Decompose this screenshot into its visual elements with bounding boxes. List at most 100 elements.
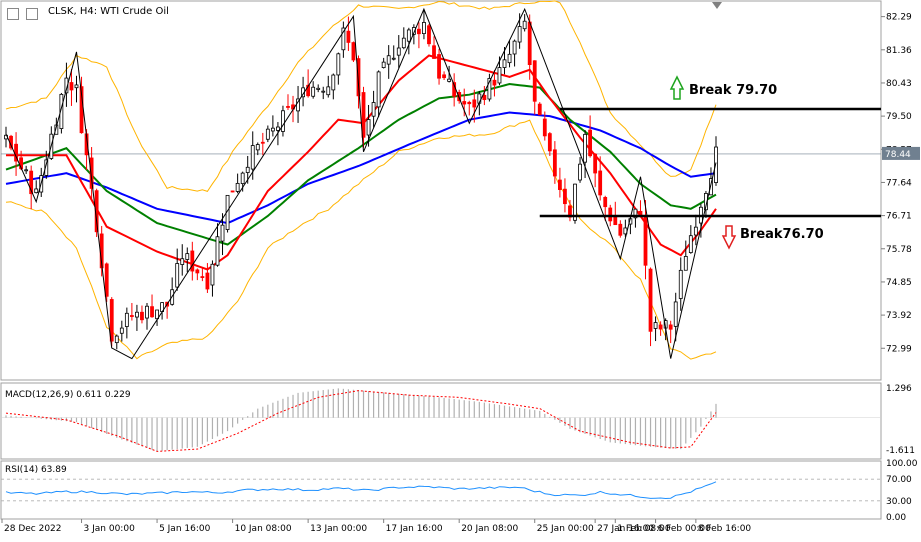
candle-body (376, 71, 381, 108)
time-tick-label: 28 Dec 2022 (4, 524, 62, 534)
candle (230, 190, 235, 193)
candle-body (346, 30, 351, 43)
candle (114, 334, 119, 350)
candle-body (558, 179, 562, 190)
time-tick-label: 5 Jan 16:00 (159, 524, 211, 534)
chart-type-icon[interactable] (7, 8, 19, 20)
candle (442, 71, 446, 80)
candle (683, 240, 688, 271)
candle-body (190, 250, 195, 272)
candle-body (220, 224, 225, 242)
candle-body (276, 126, 280, 131)
candle-body (361, 92, 366, 138)
candle (286, 94, 290, 111)
candle-body (527, 21, 532, 66)
candle-body (643, 214, 648, 266)
candle (432, 36, 436, 59)
candle-body (109, 299, 114, 342)
candle-body (673, 301, 678, 327)
price-tick-label: 75.78 (886, 245, 912, 255)
candle-body (129, 315, 134, 317)
candle (512, 39, 517, 67)
candle (588, 115, 593, 158)
candle (336, 52, 341, 85)
candle-body (260, 141, 265, 144)
candle (417, 22, 421, 49)
candle (507, 40, 512, 68)
candle-body (150, 306, 154, 318)
candle (331, 73, 336, 100)
candle (547, 132, 552, 156)
candle-body (351, 42, 356, 61)
rsi-tick-label: 30.00 (886, 497, 912, 507)
candle (311, 81, 316, 99)
shift-marker-icon[interactable] (712, 2, 722, 9)
timeframe-icon[interactable] (26, 8, 38, 20)
candle-body (537, 103, 542, 116)
macd-tick-label: 1.296 (886, 384, 912, 394)
candle (135, 304, 139, 331)
candle (573, 183, 577, 224)
candle-body (326, 86, 331, 96)
break-down-label: Break76.70 (740, 227, 824, 242)
candle-body (250, 145, 255, 170)
candle (225, 194, 230, 233)
candle-body (482, 94, 487, 101)
candle-body (507, 53, 512, 64)
candle (422, 10, 426, 40)
macd-pane-frame (0, 382, 882, 460)
candle-body (517, 26, 522, 43)
time-tick-label: 20 Jan 08:00 (461, 524, 518, 534)
price-tick-label: 76.71 (886, 212, 912, 222)
candle (376, 70, 381, 118)
bollinger-upper-line (5, 0, 717, 192)
ma-slow-line (5, 111, 717, 225)
candle-body (311, 86, 316, 97)
macd-label: MACD(12,26,9) 0.611 0.229 (5, 390, 131, 400)
candle-body (124, 312, 129, 327)
candle (321, 86, 326, 100)
candle (200, 268, 205, 282)
candle-body (653, 322, 658, 329)
candle (427, 23, 431, 47)
candle-body (512, 40, 517, 55)
candle-body (175, 263, 180, 288)
time-tick-label: 10 Jan 08:00 (235, 524, 292, 534)
candle-body (678, 269, 683, 299)
candle-body (618, 223, 623, 236)
candle (593, 153, 598, 188)
candle (467, 100, 472, 116)
candle (613, 201, 618, 226)
candle-body (265, 128, 270, 140)
candle-body (608, 207, 613, 222)
candle-body (593, 153, 598, 174)
candle-body (492, 79, 497, 86)
candle-body (497, 67, 502, 84)
candle (558, 167, 562, 198)
candle-body (281, 110, 285, 132)
candle-body (34, 188, 39, 194)
candle (396, 35, 401, 69)
candle-body (432, 45, 436, 59)
price-tick-label: 79.50 (886, 112, 912, 122)
price-tick-label: 82.29 (886, 13, 912, 23)
candle-body (371, 102, 376, 117)
candle-body (658, 324, 663, 330)
price-tick-label: 73.92 (886, 311, 912, 321)
trading-chart[interactable]: CLSK, H4: WTI Crude Oil Break 79.70 Break… (0, 0, 921, 538)
candle (190, 241, 195, 281)
candle (195, 268, 200, 281)
candle-body (588, 129, 593, 157)
candle-body (119, 327, 124, 334)
candle-body (24, 169, 29, 172)
candle-body (542, 118, 547, 137)
candle (537, 102, 542, 116)
candle-body (230, 190, 235, 193)
candle (210, 260, 215, 297)
candle-body (437, 54, 441, 79)
rsi-label: RSI(14) 63.89 (5, 465, 67, 475)
rsi-pane-frame (0, 460, 882, 520)
candle (693, 214, 698, 246)
candle-body (417, 28, 421, 35)
candle-body (69, 82, 74, 91)
